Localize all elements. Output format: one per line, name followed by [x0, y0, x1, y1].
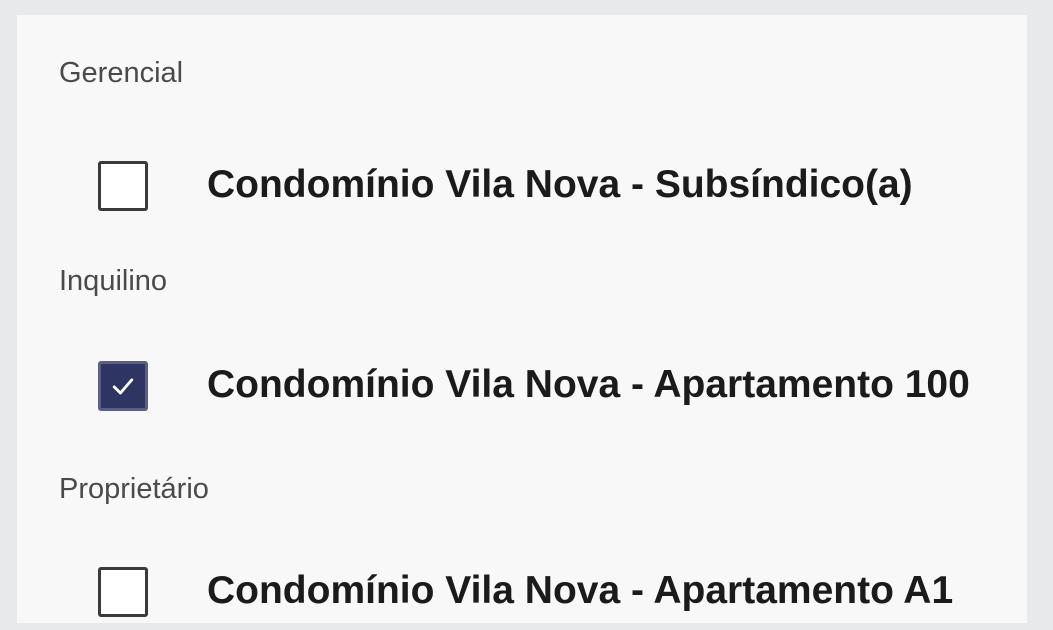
checkbox-subsindico[interactable] [98, 161, 148, 211]
section-title-proprietario: Proprietário [59, 473, 209, 505]
option-label-apartamento-100: Condomínio Vila Nova - Apartamento 100 [207, 363, 970, 406]
checkbox-apartamento-100[interactable] [98, 361, 148, 411]
option-row-subsindico[interactable]: Condomínio Vila Nova - Subsíndico(a) [17, 155, 1027, 215]
option-label-apartamento-a1: Condomínio Vila Nova - Apartamento A1 [207, 569, 954, 612]
option-row-apartamento-a1[interactable]: Condomínio Vila Nova - Apartamento A1 [17, 561, 1027, 621]
role-selection-panel: Gerencial Condomínio Vila Nova - Subsínd… [17, 15, 1027, 623]
section-title-inquilino: Inquilino [59, 265, 168, 297]
option-row-apartamento-100[interactable]: Condomínio Vila Nova - Apartamento 100 [17, 355, 1027, 415]
option-label-subsindico: Condomínio Vila Nova - Subsíndico(a) [207, 163, 913, 206]
check-icon [112, 378, 134, 395]
section-title-gerencial: Gerencial [59, 57, 184, 89]
checkbox-apartamento-a1[interactable] [98, 567, 148, 617]
